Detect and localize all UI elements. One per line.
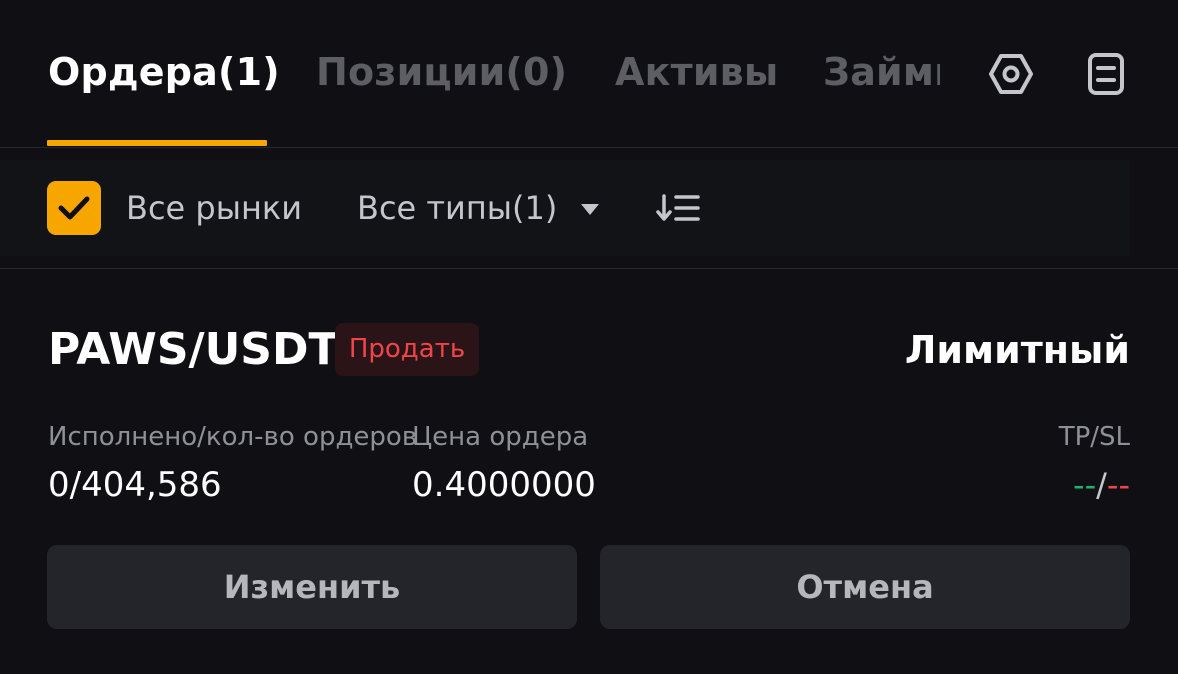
settings-hex-icon[interactable] (986, 49, 1036, 99)
tp-value: -- (1073, 466, 1097, 504)
document-icon[interactable] (1081, 49, 1131, 99)
tab-loans-clip: Займы (823, 49, 940, 99)
tpsl-label: TP/SL (1058, 422, 1130, 452)
active-tab-indicator (47, 140, 267, 146)
order-type: Лимитный (904, 328, 1130, 372)
order-price-label: Цена ордера (412, 422, 589, 452)
tab-assets[interactable]: Активы (615, 49, 778, 95)
sl-value: -- (1106, 466, 1130, 504)
checkmark-icon (58, 196, 90, 220)
sort-down-list-icon[interactable] (656, 190, 702, 226)
filled-qty-label: Исполнено/кол-во ордеров (48, 422, 418, 452)
tab-orders[interactable]: Ордера(1) (48, 49, 280, 95)
order-types-dropdown[interactable]: Все типы(1) (357, 187, 557, 229)
all-markets-label[interactable]: Все рынки (126, 187, 302, 229)
tpsl-separator: / (1096, 466, 1107, 504)
tpsl-value[interactable]: --/-- (1073, 463, 1130, 507)
filter-bar: Все рынки Все типы(1) (0, 148, 1178, 269)
edit-order-button[interactable]: Изменить (47, 545, 577, 629)
tab-loans[interactable]: Займы (823, 49, 940, 95)
tab-bar: Ордера(1) Позиции(0) Активы Займы (0, 0, 1178, 148)
order-price-value: 0.4000000 (412, 465, 596, 505)
tab-positions[interactable]: Позиции(0) (316, 49, 567, 95)
side-badge-sell: Продать (335, 323, 479, 376)
caret-down-icon[interactable] (580, 202, 600, 216)
cancel-order-button[interactable]: Отмена (600, 545, 1130, 629)
filled-qty-value: 0/404,586 (48, 465, 222, 505)
trading-pair[interactable]: PAWS/USDT (48, 322, 339, 378)
orders-panel: Ордера(1) Позиции(0) Активы Займы (0, 0, 1178, 674)
all-markets-checkbox[interactable] (47, 181, 101, 235)
